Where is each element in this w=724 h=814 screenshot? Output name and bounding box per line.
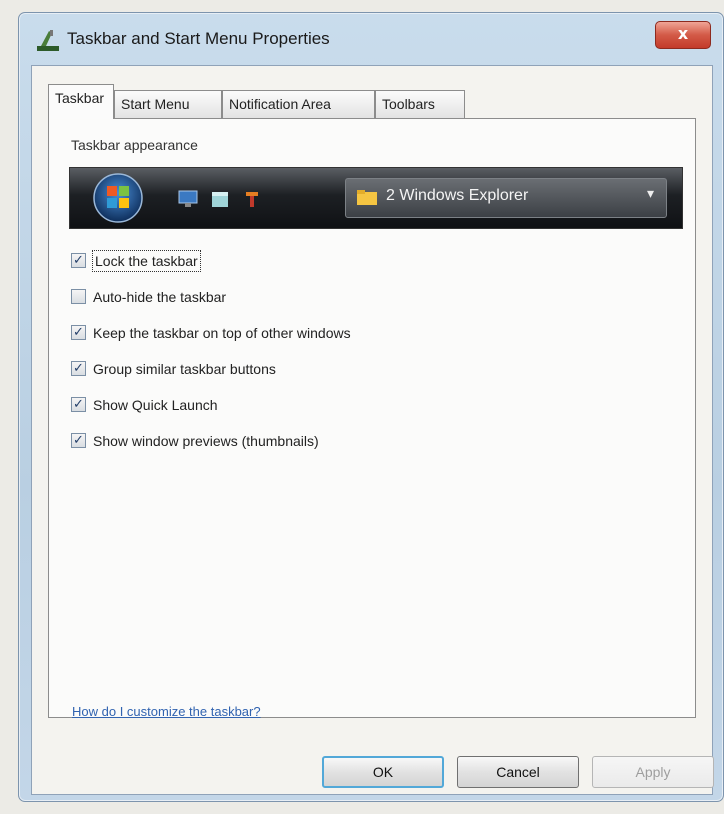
title-bar[interactable]: Taskbar and Start Menu Properties x [19,13,723,63]
taskbar-properties-icon [37,30,59,51]
explorer-folder-icon [357,190,377,205]
lock-taskbar-checkbox[interactable]: ✓ [71,253,86,268]
ok-button[interactable]: OK [322,756,444,788]
quick-launch-checkbox[interactable]: ✓ [71,397,86,412]
group-buttons-label[interactable]: Group similar taskbar buttons [93,359,276,379]
taskbar-task-button[interactable]: 2 Windows Explorer ▾ [345,178,667,218]
customize-taskbar-help-link[interactable]: How do I customize the taskbar? [72,704,261,719]
tab-taskbar[interactable]: Taskbar [48,84,114,119]
taskbar-preview: 2 Windows Explorer ▾ [69,167,683,229]
tab-start-menu[interactable]: Start Menu [114,90,222,118]
keep-on-top-checkbox[interactable]: ✓ [71,325,86,340]
window-previews-checkbox[interactable]: ✓ [71,433,86,448]
folder-icon[interactable] [210,190,230,208]
quick-launch-label[interactable]: Show Quick Launch [93,395,218,415]
window-title: Taskbar and Start Menu Properties [67,29,330,48]
chevron-down-icon: ▾ [646,186,654,202]
auto-hide-label[interactable]: Auto-hide the taskbar [93,287,226,307]
tab-toolbars[interactable]: Toolbars [375,90,465,118]
task-button-label: 2 Windows Explorer [386,187,529,204]
cancel-button[interactable]: Cancel [457,756,579,788]
taskbar-tab-panel: Taskbar appearance 2 Windows Explorer ▾ … [48,118,696,718]
apply-button[interactable]: Apply [592,756,714,788]
lock-taskbar-label[interactable]: Lock the taskbar [92,250,201,272]
close-button[interactable]: x [655,21,711,49]
dialog-window: Taskbar and Start Menu Properties x Task… [18,12,724,802]
start-orb-icon [93,173,143,223]
desktop-icon[interactable] [178,190,198,208]
window-previews-label[interactable]: Show window previews (thumbnails) [93,431,319,451]
tab-notification-area[interactable]: Notification Area [222,90,375,118]
group-buttons-checkbox[interactable]: ✓ [71,361,86,376]
dialog-client-area: Taskbar Start Menu Notification Area Too… [31,65,714,795]
media-icon[interactable] [242,190,262,208]
auto-hide-checkbox[interactable] [71,289,86,304]
keep-on-top-label[interactable]: Keep the taskbar on top of other windows [93,323,351,343]
taskbar-appearance-heading: Taskbar appearance [71,137,198,153]
